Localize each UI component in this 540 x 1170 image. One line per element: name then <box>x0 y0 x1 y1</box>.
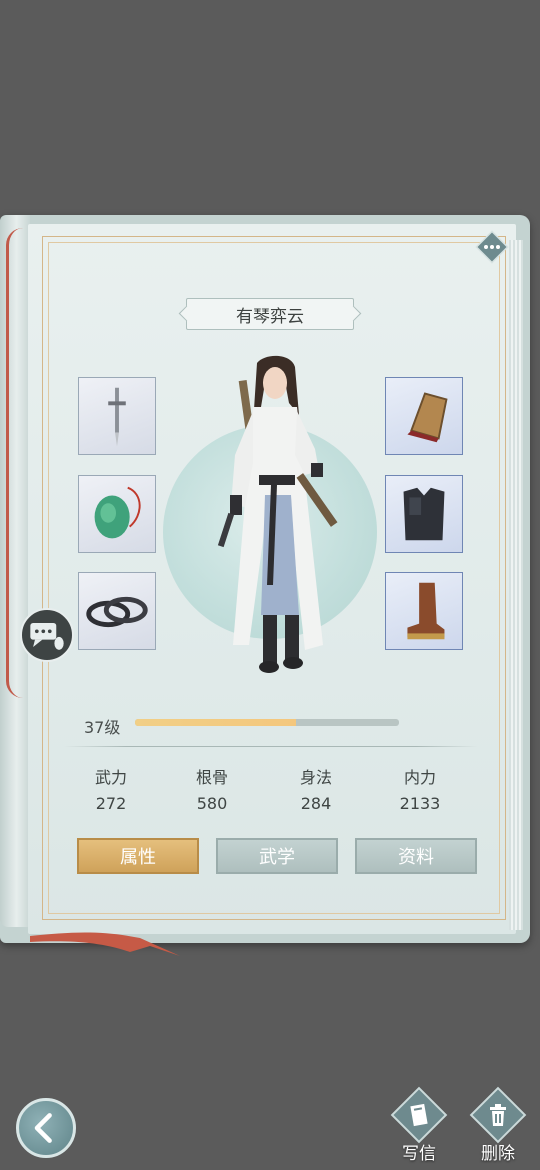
character-name-plate: 有琴弈云 <box>186 298 354 330</box>
stat-constitution: 根骨 580 <box>172 764 252 813</box>
stat-label: 根骨 <box>195 768 228 787</box>
more-options-button[interactable] <box>474 229 510 265</box>
tab-martial-arts[interactable]: 武学 <box>216 838 338 874</box>
armor-vest-icon <box>403 487 445 541</box>
equip-slot-armor[interactable] <box>385 475 463 553</box>
boot-icon <box>407 582 445 640</box>
stat-inner-power: 内力 2133 <box>380 764 460 813</box>
delete-label: 删除 <box>481 1144 515 1164</box>
stats-divider <box>64 746 478 747</box>
write-letter-button[interactable]: 写信 <box>386 1086 452 1167</box>
stat-label: 身法 <box>299 768 332 787</box>
stat-strength: 武力 272 <box>71 764 151 813</box>
stat-agility: 身法 284 <box>276 764 356 813</box>
tab-attributes[interactable]: 属性 <box>77 838 199 874</box>
equip-slot-accessory[interactable] <box>78 475 156 553</box>
trash-icon <box>490 1104 506 1126</box>
stat-label: 内力 <box>403 768 436 787</box>
bookmark-ribbon <box>30 932 180 956</box>
stat-value: 272 <box>95 794 127 813</box>
stat-value: 2133 <box>399 794 441 813</box>
page-edges <box>509 240 523 930</box>
character-name: 有琴弈云 <box>236 306 304 327</box>
character-portrait[interactable] <box>195 345 365 695</box>
jade-pendant-icon <box>94 486 141 539</box>
bracelet-icon <box>86 596 148 628</box>
dagger-icon <box>108 387 126 447</box>
stat-value: 580 <box>196 794 228 813</box>
level-progress-bar <box>135 719 399 726</box>
equip-slot-boots[interactable] <box>385 572 463 650</box>
stat-value: 284 <box>300 794 332 813</box>
equip-slot-bracer[interactable] <box>385 377 463 455</box>
chat-button[interactable] <box>20 608 74 662</box>
stat-label: 武力 <box>94 768 127 787</box>
equip-slot-weapon[interactable] <box>78 377 156 455</box>
level-label: 37级 <box>84 718 121 737</box>
letter-icon <box>410 1103 428 1127</box>
back-arrow-icon <box>34 1113 52 1143</box>
back-button[interactable] <box>16 1098 76 1158</box>
tab-profile[interactable]: 资料 <box>355 838 477 874</box>
chat-bubble-icon <box>30 622 64 650</box>
level-progress-fill <box>135 719 297 726</box>
equip-slot-ring[interactable] <box>78 572 156 650</box>
delete-button[interactable]: 删除 <box>465 1086 531 1167</box>
bracer-icon <box>407 392 448 443</box>
dot-icon <box>484 245 488 249</box>
write-letter-label: 写信 <box>402 1144 436 1164</box>
